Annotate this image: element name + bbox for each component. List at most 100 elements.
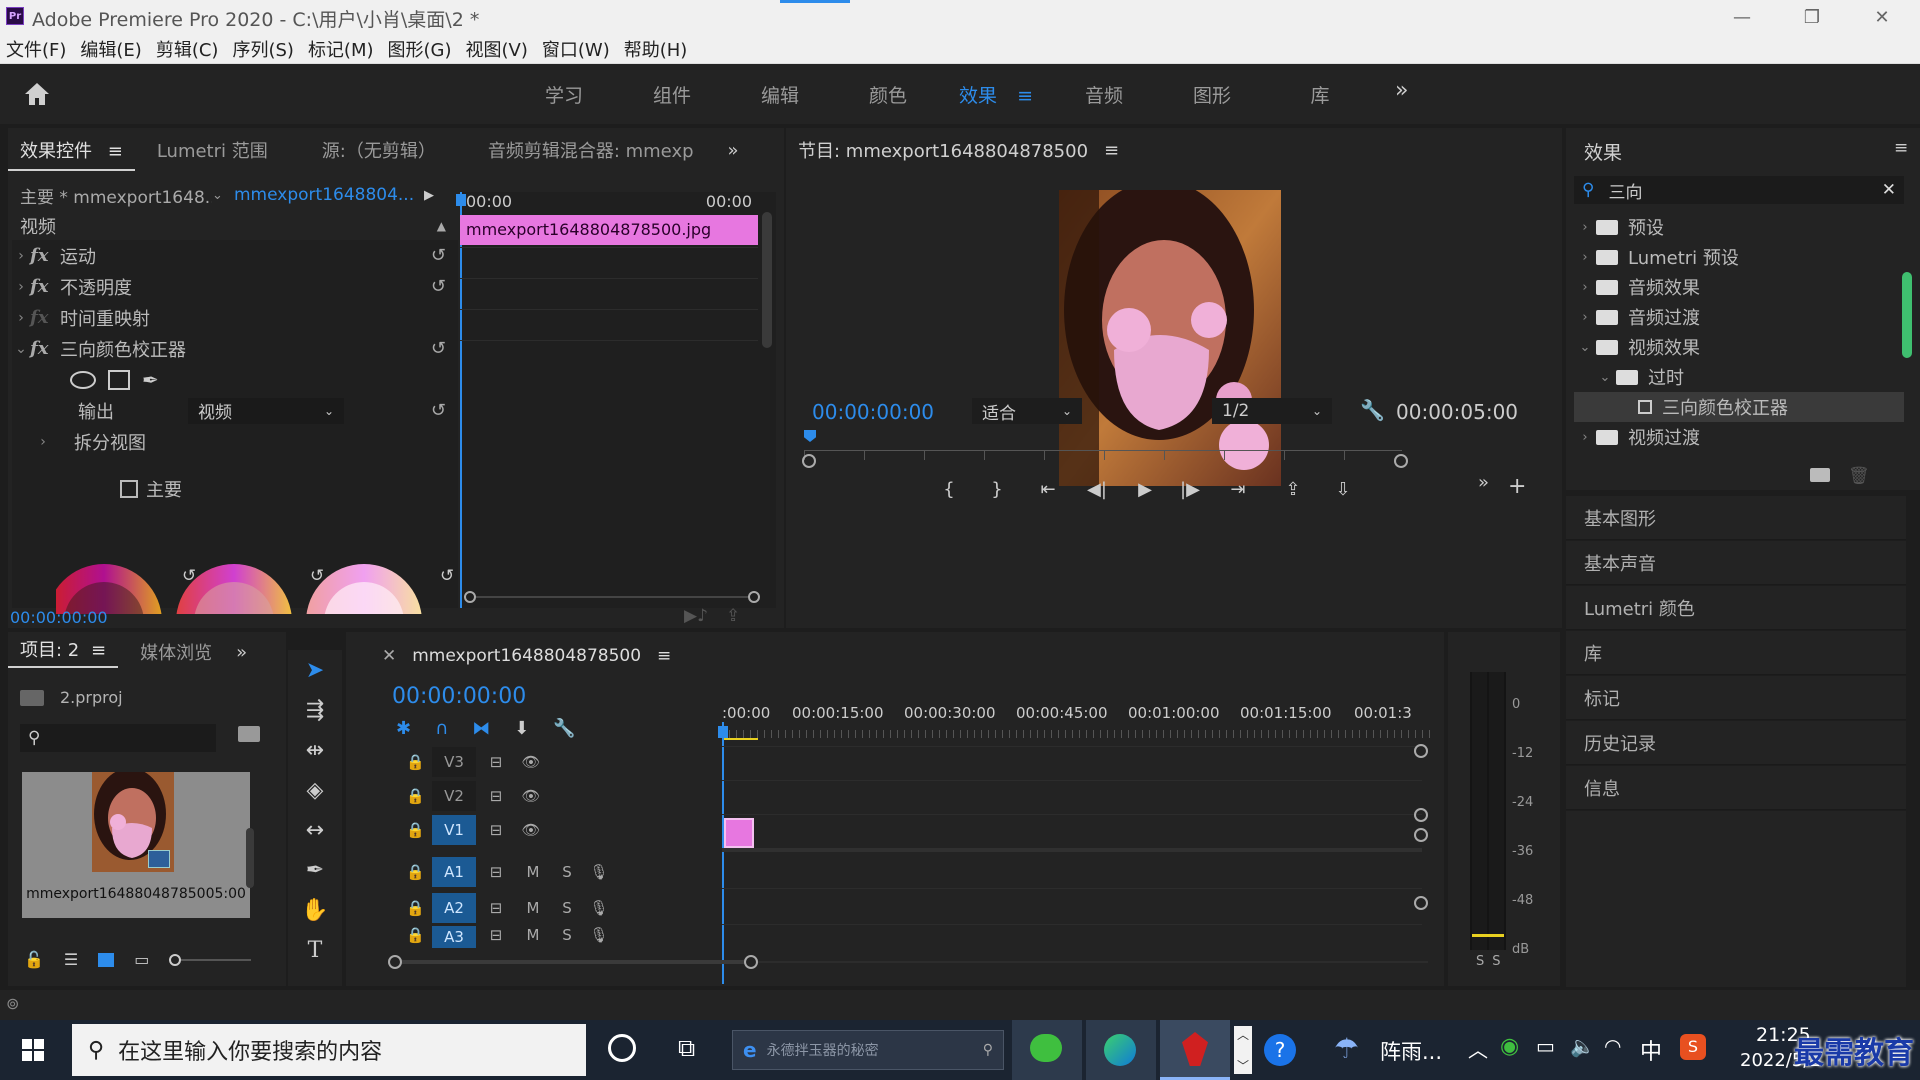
solo-button[interactable]: S — [550, 899, 584, 917]
more-panels-icon[interactable]: » — [224, 642, 259, 663]
effect-row-time-remapping[interactable]: › fx 时间重映射 — [12, 302, 458, 333]
shadows-wheel[interactable] — [56, 564, 162, 614]
weather-text[interactable]: 阵雨... — [1380, 1036, 1442, 1066]
reset-icon[interactable]: ↺ — [431, 400, 446, 421]
track-target-v2[interactable]: V2 — [432, 780, 476, 811]
close-window-button[interactable]: ✕ — [1852, 2, 1912, 32]
sync-lock-icon[interactable]: ⊟ — [476, 926, 516, 944]
program-timecode[interactable]: 00:00:00:00 — [812, 400, 934, 424]
task-view-icon[interactable]: ⧉ — [678, 1034, 695, 1062]
menu-help[interactable]: 帮助(H) — [624, 36, 688, 62]
windows-start-icon[interactable] — [0, 1020, 66, 1080]
panel-essential-graphics[interactable]: 基本图形 — [1566, 496, 1906, 540]
go-to-out-button[interactable]: ⇥ — [1210, 479, 1266, 500]
program-playhead[interactable] — [804, 430, 816, 442]
linked-selection-icon[interactable]: ⧓ — [472, 718, 490, 739]
work-area-bar[interactable] — [722, 738, 758, 740]
panel-markers[interactable]: 标记 — [1566, 676, 1906, 720]
lock-icon[interactable]: 🔒 — [406, 926, 432, 944]
menu-view[interactable]: 视图(V) — [466, 36, 528, 62]
timeline-ruler[interactable]: :00:00 00:00:15:00 00:00:30:00 00:00:45:… — [722, 702, 1432, 746]
sync-lock-icon[interactable]: ⊟ — [476, 863, 516, 881]
workspace-tab-color[interactable]: 颜色 — [834, 81, 942, 108]
timeline-timecode[interactable]: 00:00:00:00 — [392, 684, 526, 709]
track-target-v3[interactable]: V3 — [432, 746, 476, 777]
tab-effect-controls[interactable]: 效果控件 ≡ — [8, 137, 135, 171]
output-dropdown[interactable]: 视频 ⌄ — [188, 397, 344, 424]
scroll-handle-right[interactable] — [748, 591, 760, 603]
master-clip-label[interactable]: 主要 * mmexport1648... — [12, 183, 212, 208]
chevron-right-icon[interactable]: › — [12, 279, 30, 295]
chevron-right-icon[interactable]: › — [12, 310, 30, 326]
mark-in-button[interactable]: { — [926, 479, 972, 500]
project-search-input[interactable]: ⚲ — [20, 724, 216, 752]
clear-search-icon[interactable]: ✕ — [1882, 180, 1896, 200]
ec-playhead-handle[interactable] — [456, 194, 466, 206]
panel-lumetri-color[interactable]: Lumetri 颜色 — [1566, 586, 1906, 630]
fx-icon[interactable]: fx — [30, 245, 60, 266]
tree-item-audio-effects[interactable]: › 音频效果 — [1574, 272, 1904, 302]
cortana-icon[interactable] — [608, 1034, 636, 1062]
panel-menu-icon[interactable]: ≡ — [91, 640, 106, 661]
effect-controls-timeline[interactable]: 00:00 00:00 mmexport1648804878500.jpg — [456, 192, 776, 608]
eye-icon[interactable]: 👁 — [516, 753, 546, 771]
play-only-clip-icon[interactable]: ▶ — [424, 188, 434, 203]
panel-menu-icon[interactable]: ≡ — [1894, 138, 1908, 158]
collapse-up-icon[interactable]: ▲ — [437, 219, 446, 233]
menu-file[interactable]: 文件(F) — [6, 36, 66, 62]
panel-history[interactable]: 历史记录 — [1566, 721, 1906, 765]
help-icon[interactable]: ? — [1264, 1034, 1296, 1066]
workspace-tab-libraries[interactable]: 库 — [1266, 81, 1374, 108]
tray-expand-icon[interactable]: ︿ — [1468, 1034, 1488, 1063]
razor-tool-icon[interactable]: ◈ — [288, 770, 342, 810]
menu-markers[interactable]: 标记(M) — [308, 36, 374, 62]
tab-media-browser[interactable]: 媒体浏览 — [128, 639, 224, 665]
more-controls-icon[interactable]: » — [1478, 472, 1489, 493]
track-target-a3[interactable]: A3 — [432, 926, 476, 948]
video-zoom-handle-bottom[interactable] — [1414, 808, 1428, 822]
pen-mask-icon[interactable]: ✒ — [142, 368, 159, 392]
track-select-tool-icon[interactable]: ⇶ — [288, 690, 342, 730]
sync-lock-icon[interactable]: ⊟ — [476, 821, 516, 839]
timeline-playhead-handle[interactable] — [718, 726, 728, 738]
ellipse-mask-icon[interactable] — [70, 370, 96, 389]
lock-icon[interactable]: 🔒 — [406, 863, 432, 881]
chevron-down-icon[interactable]: ⌄ — [212, 188, 234, 203]
microphone-icon[interactable]: 🎙 — [584, 899, 614, 917]
step-forward-button[interactable]: |▶ — [1170, 479, 1210, 500]
workspace-tab-audio[interactable]: 音频 — [1050, 81, 1158, 108]
track-target-a1[interactable]: A1 — [432, 856, 476, 887]
reset-shadows-icon[interactable]: ↺ — [182, 566, 196, 586]
eye-icon[interactable]: 👁 — [516, 821, 546, 839]
new-bin-icon[interactable] — [238, 726, 260, 742]
go-to-in-button[interactable]: ⇤ — [1022, 479, 1074, 500]
sync-lock-icon[interactable]: ⊟ — [476, 753, 516, 771]
reset-midtones-icon[interactable]: ↺ — [310, 566, 324, 586]
workspace-tab-learning[interactable]: 学习 — [510, 81, 618, 108]
eye-icon[interactable]: 👁 — [516, 787, 546, 805]
more-panels-icon[interactable]: » — [716, 140, 751, 161]
audio-zoom-handle-top[interactable] — [1414, 828, 1428, 842]
lock-icon[interactable]: 🔒 — [406, 821, 432, 839]
master-checkbox[interactable] — [120, 479, 138, 498]
pen-tool-icon[interactable]: ✒ — [288, 850, 342, 890]
weather-umbrella-icon[interactable]: ☂ — [1334, 1032, 1359, 1065]
workspace-menu-icon[interactable]: ≡ — [1017, 85, 1033, 107]
tray-app-icon[interactable]: ◉ — [1500, 1034, 1519, 1059]
ec-playhead[interactable] — [460, 192, 462, 608]
reset-icon[interactable]: ↺ — [431, 338, 446, 359]
ec-vertical-scrollbar[interactable] — [762, 212, 772, 348]
effect-row-opacity[interactable]: › fx 不透明度 ↺ — [12, 271, 458, 302]
reset-icon[interactable]: ↺ — [431, 276, 446, 297]
split-view-row[interactable]: › 拆分视图 — [12, 426, 458, 457]
scroll-handle-left[interactable] — [802, 454, 816, 468]
scroll-handle-left[interactable] — [464, 591, 476, 603]
fx-icon[interactable]: fx — [30, 276, 60, 297]
freeform-view-icon[interactable]: ▭ — [134, 950, 149, 969]
extract-button[interactable]: ⇩ — [1320, 479, 1366, 500]
mute-button[interactable]: M — [516, 863, 550, 881]
more-workspaces-icon[interactable]: » — [1395, 78, 1408, 103]
tree-item-video-transitions[interactable]: › 视频过渡 — [1574, 422, 1904, 452]
ec-current-time[interactable]: 00:00:00:00 — [10, 608, 108, 627]
panel-libraries[interactable]: 库 — [1566, 631, 1906, 675]
